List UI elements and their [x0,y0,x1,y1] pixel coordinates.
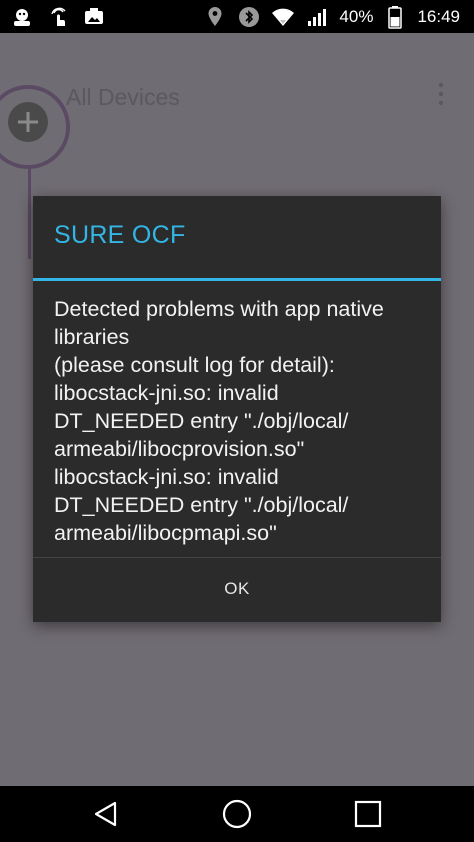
home-button[interactable] [207,786,267,842]
dialog-message-line: armeabi/libocpmapi.so" [54,521,277,545]
touch-icon [46,5,70,29]
overflow-menu-icon [438,82,444,106]
dialog-message-line: Detected problems with app native [54,297,384,321]
dialog-message-line: DT_NEEDED entry "./obj/local/ [54,493,349,517]
bluetooth-icon [237,5,261,29]
ok-button[interactable]: OK [33,558,441,620]
wifi-icon [271,5,295,29]
back-icon [94,801,116,827]
dialog-message-line: libraries [54,325,130,349]
status-bar-right: 40% 16:49 [203,5,460,29]
back-button[interactable] [76,786,136,842]
add-device-icon [0,85,70,169]
recents-button[interactable] [338,786,398,842]
status-bar-left [10,5,106,29]
signal-icon [305,5,329,29]
dialog-message-line: DT_NEEDED entry "./obj/local/ [54,409,349,433]
dialog-message-line: libocstack-jni.so: invalid [54,465,279,489]
dialog-message-line: armeabi/libocprovision.so" [54,437,305,461]
home-icon [222,799,252,829]
dialog-message-line: libocstack-jni.so: invalid [54,381,279,405]
dialog-title-divider [33,278,441,281]
status-bar: 40% 16:49 [0,0,474,33]
clock: 16:49 [417,6,460,26]
dialog-title: SURE OCF [54,221,186,249]
navigation-bar [0,786,474,842]
dialog-message-line: (please consult log for detail): [54,353,335,377]
recents-icon [355,800,382,828]
battery-icon [383,5,407,29]
photo-icon [82,5,106,29]
location-icon [203,5,227,29]
alert-dialog: SURE OCF Detected problems with app nati… [33,196,441,622]
notification-app-icon [10,5,34,29]
background-app-title: All Devices [66,84,180,110]
dialog-message: Detected problems with app native librar… [54,295,434,547]
timeline-line [28,169,31,259]
battery-percent: 40% [339,6,374,26]
